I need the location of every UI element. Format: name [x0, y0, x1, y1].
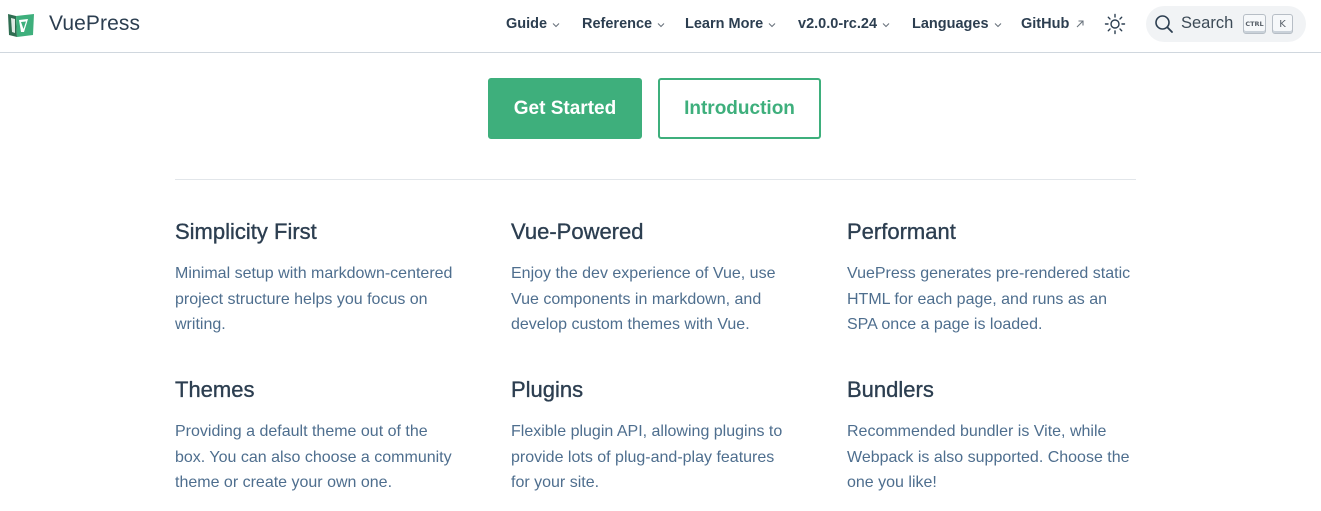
nav-item-learn-more[interactable]: Learn More: [685, 16, 776, 32]
chevron-down-icon: [768, 23, 776, 28]
vuepress-logo[interactable]: [6, 10, 36, 40]
nav-item-version[interactable]: v2.0.0-rc.24: [798, 16, 890, 32]
nav-item-reference[interactable]: Reference: [582, 16, 665, 32]
nav-item-label: v2.0.0-rc.24: [798, 16, 878, 32]
feature-title: Bundlers: [847, 377, 934, 402]
chevron-down-icon: [657, 23, 665, 28]
chevron-down-icon: [994, 23, 1001, 28]
nav-item-label: Reference: [582, 16, 653, 32]
search-label: Search: [1181, 14, 1234, 32]
nav-item-guide[interactable]: Guide: [506, 16, 560, 32]
nav-item-label: GitHub: [1021, 16, 1070, 32]
feature-card: Plugins Flexible plugin API, allowing pl…: [511, 376, 811, 496]
external-link-icon: [1076, 19, 1084, 27]
site-name[interactable]: VuePress: [49, 12, 140, 36]
nav-item-label: Languages: [912, 16, 989, 32]
feature-title: Themes: [175, 377, 255, 402]
feature-details: Providing a default theme out of the box…: [175, 423, 452, 491]
feature-details: Enjoy the dev experience of Vue, use Vue…: [511, 265, 776, 333]
feature-title: Simplicity First: [175, 219, 317, 244]
nav-item-languages[interactable]: Languages: [912, 16, 1002, 32]
feature-details: Minimal setup with markdown-centered pro…: [175, 265, 453, 333]
feature-title: Performant: [847, 219, 956, 244]
get-started-button[interactable]: Get Started: [488, 78, 642, 139]
nav-item-github[interactable]: GitHub: [1021, 16, 1085, 32]
search-button[interactable]: Search CTRL K: [1146, 6, 1306, 42]
chevron-down-icon: [552, 23, 560, 28]
feature-details: Flexible plugin API, allowing plugins to…: [511, 423, 783, 491]
feature-card: Performant VuePress generates pre-render…: [847, 218, 1147, 338]
nav-item-label: Guide: [506, 16, 548, 32]
feature-card: Bundlers Recommended bundler is Vite, wh…: [847, 376, 1147, 496]
feature-title: Plugins: [511, 377, 584, 402]
introduction-button[interactable]: Introduction: [658, 78, 821, 139]
sun-icon[interactable]: [1104, 13, 1126, 35]
navbar: VuePress Guide Reference Learn More v2.0…: [0, 0, 1321, 53]
feature-card: Vue-Powered Enjoy the dev experience of …: [511, 218, 811, 338]
search-icon: [1155, 15, 1173, 33]
ctrl-key: CTRL: [1243, 14, 1266, 34]
feature-details: VuePress generates pre-rendered static H…: [847, 265, 1131, 333]
feature-title: Vue-Powered: [511, 219, 644, 244]
divider: [175, 179, 1136, 180]
nav-item-label: Learn More: [685, 16, 764, 32]
feature-card: Simplicity First Minimal setup with mark…: [175, 218, 475, 338]
feature-details: Recommended bundler is Vite, while Webpa…: [847, 423, 1130, 491]
k-key: K: [1272, 14, 1293, 34]
chevron-down-icon: [882, 23, 890, 28]
feature-card: Themes Providing a default theme out of …: [175, 376, 475, 496]
